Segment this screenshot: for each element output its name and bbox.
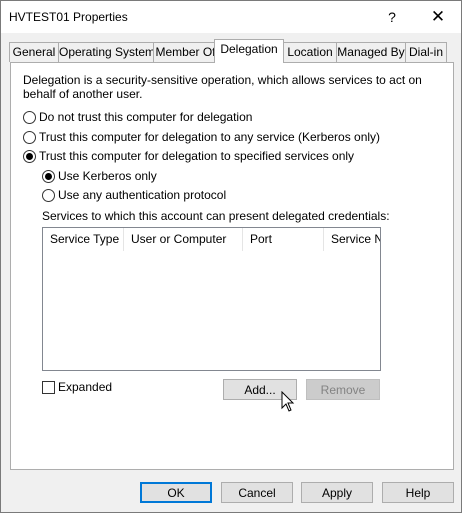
apply-button[interactable]: Apply bbox=[301, 482, 373, 503]
services-label: Services to which this account can prese… bbox=[42, 209, 390, 223]
radio-any-service-label[interactable]: Trust this computer for delegation to an… bbox=[39, 130, 380, 144]
window-title: HVTEST01 Properties bbox=[9, 10, 128, 24]
description-line-1: Delegation is a security-sensitive opera… bbox=[23, 73, 422, 87]
radio-specified-services[interactable] bbox=[23, 150, 36, 163]
expanded-checkbox[interactable] bbox=[42, 381, 55, 394]
tab-dial-in[interactable]: Dial-in bbox=[405, 42, 447, 62]
remove-button[interactable]: Remove bbox=[306, 379, 380, 400]
column-header-service-type[interactable]: Service Type bbox=[43, 228, 124, 251]
help-button[interactable]: Help bbox=[382, 482, 454, 503]
title-bar: HVTEST01 Properties ? ✕ bbox=[1, 1, 461, 33]
mouse-pointer-icon bbox=[281, 391, 295, 412]
cancel-button[interactable]: Cancel bbox=[221, 482, 293, 503]
radio-any-protocol-label[interactable]: Use any authentication protocol bbox=[58, 188, 226, 202]
tab-general[interactable]: General bbox=[9, 42, 59, 62]
properties-dialog: HVTEST01 Properties ? ✕ General Operatin… bbox=[0, 0, 462, 513]
tab-location[interactable]: Location bbox=[283, 42, 337, 62]
tab-strip: General Operating System Member Of Deleg… bbox=[9, 39, 453, 63]
delegation-panel: Delegation is a security-sensitive opera… bbox=[10, 62, 454, 470]
radio-any-protocol[interactable] bbox=[42, 189, 55, 202]
tab-managed-by[interactable]: Managed By bbox=[336, 42, 406, 62]
help-title-button[interactable]: ? bbox=[369, 4, 415, 30]
tab-member-of[interactable]: Member Of bbox=[153, 42, 218, 62]
column-header-user-or-computer[interactable]: User or Computer bbox=[124, 228, 243, 251]
close-button[interactable]: ✕ bbox=[415, 4, 461, 30]
radio-no-delegation[interactable] bbox=[23, 111, 36, 124]
radio-no-delegation-label[interactable]: Do not trust this computer for delegatio… bbox=[39, 110, 252, 124]
radio-specified-services-label[interactable]: Trust this computer for delegation to sp… bbox=[39, 149, 354, 163]
services-list[interactable]: Service Type User or Computer Port Servi… bbox=[42, 227, 381, 371]
radio-kerberos-only[interactable] bbox=[42, 170, 55, 183]
radio-any-service[interactable] bbox=[23, 131, 36, 144]
tab-delegation[interactable]: Delegation bbox=[214, 39, 284, 63]
radio-kerberos-only-label[interactable]: Use Kerberos only bbox=[58, 169, 157, 183]
description-line-2: behalf of another user. bbox=[23, 87, 143, 101]
expanded-label[interactable]: Expanded bbox=[58, 380, 112, 394]
tab-operating-system[interactable]: Operating System bbox=[58, 42, 155, 62]
column-header-service-name[interactable]: Service Na bbox=[324, 228, 380, 251]
column-header-port[interactable]: Port bbox=[243, 228, 324, 251]
ok-button[interactable]: OK bbox=[140, 482, 212, 503]
